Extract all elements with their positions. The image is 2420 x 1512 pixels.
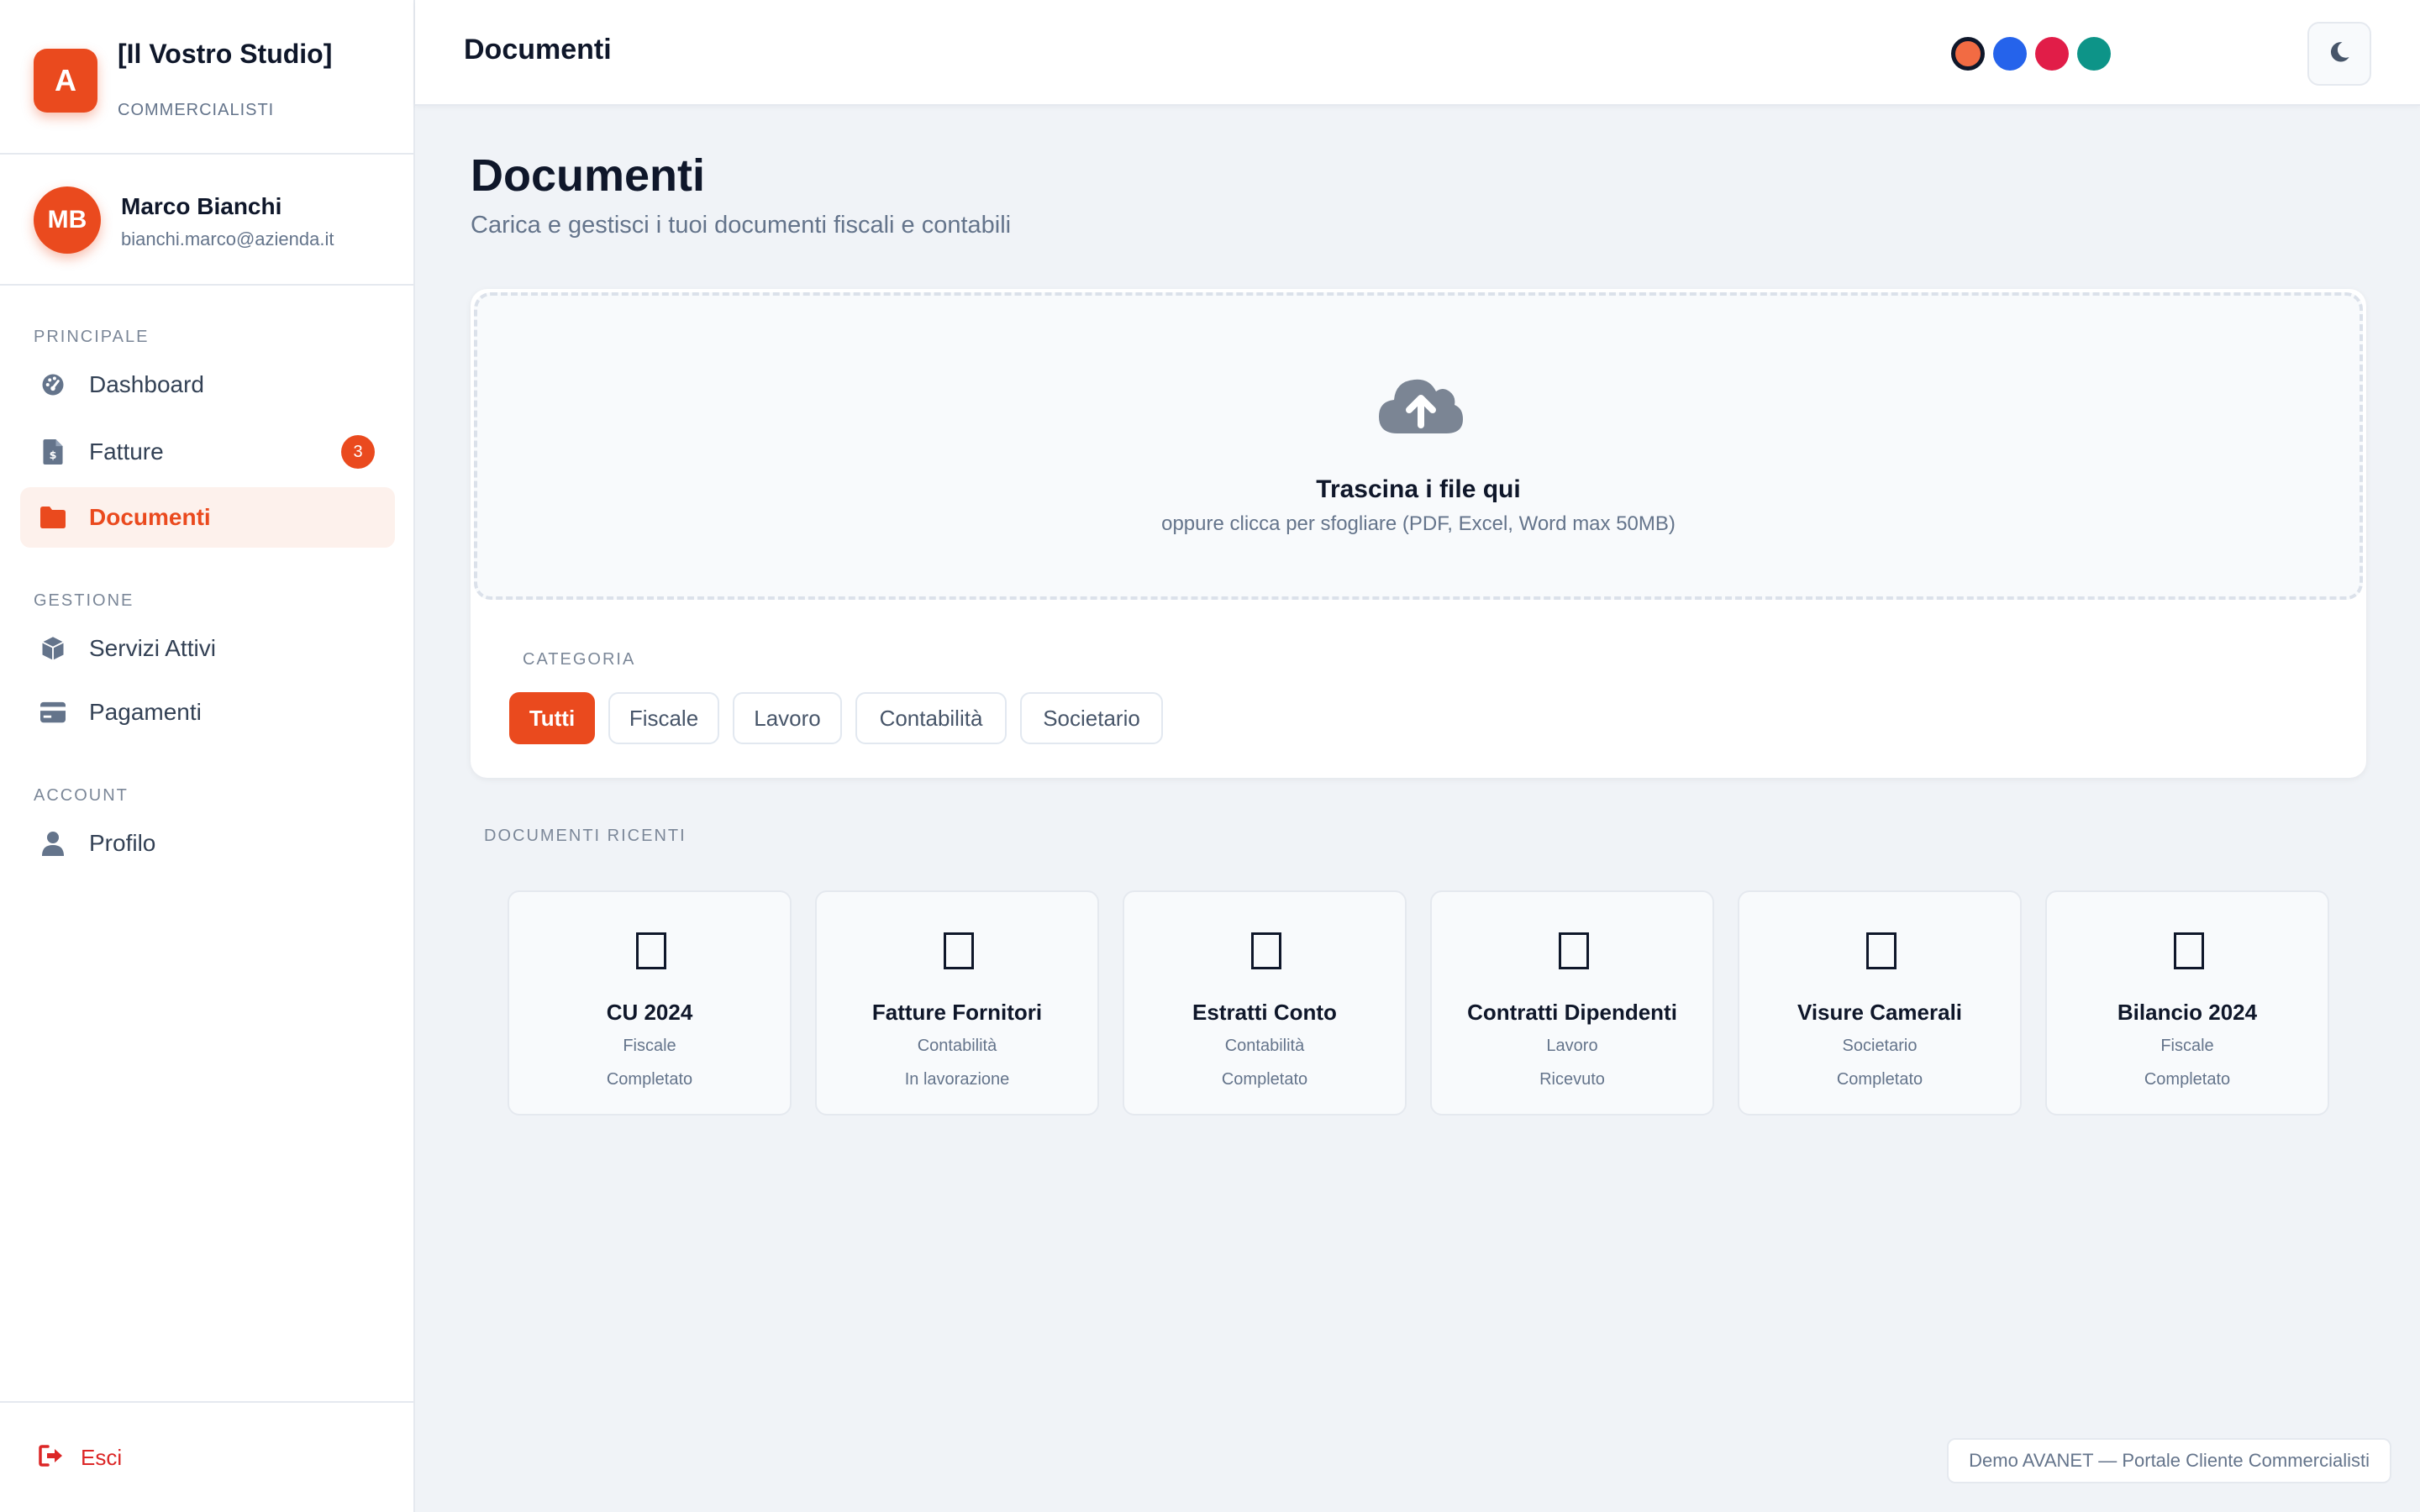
document-category: Contabilità	[917, 1037, 997, 1055]
sidebar-item-label: Profilo	[89, 830, 156, 856]
avatar[interactable]: MB	[34, 186, 101, 254]
sidebar-item-label: Servizi Attivi	[89, 635, 216, 661]
document-status: Completato	[606, 1070, 693, 1089]
document-card[interactable]: Visure Camerali Societario Completato	[1738, 890, 2022, 1116]
document-icon	[1559, 932, 1589, 969]
svg-text:$: $	[50, 449, 57, 461]
sidebar-item-pagamenti[interactable]: Pagamenti	[20, 682, 395, 743]
color-swatch-teal[interactable]	[2077, 37, 2111, 71]
document-category: Contabilità	[1224, 1037, 1305, 1055]
document-name: CU 2024	[606, 1000, 693, 1025]
credit-card-icon	[40, 700, 66, 725]
invoice-icon: $	[40, 439, 66, 465]
document-status: In lavorazione	[904, 1070, 1010, 1089]
logout-icon	[39, 1444, 64, 1471]
dropzone-title: Trascina i file qui	[1316, 475, 1521, 503]
document-icon	[636, 932, 666, 969]
header-title: Documenti	[464, 34, 612, 66]
user-email: bianchi.marco@azienda.it	[121, 228, 334, 249]
document-card[interactable]: Contratti Dipendenti Lavoro Ricevuto	[1430, 890, 1714, 1116]
sidebar-item-label: Fatture	[89, 438, 164, 465]
color-swatch-blue[interactable]	[1993, 37, 2027, 71]
sidebar-item-dashboard[interactable]: Dashboard	[20, 354, 395, 415]
document-name: Fatture Fornitori	[871, 1000, 1043, 1025]
category-label: CATEGORIA	[523, 650, 636, 669]
document-name: Bilancio 2024	[2117, 1000, 2258, 1025]
sidebar-item-label: Documenti	[89, 504, 211, 530]
page-title: Documenti	[471, 150, 706, 201]
nav-section-gestione: GESTIONE	[34, 591, 134, 610]
document-category: Fiscale	[2160, 1037, 2214, 1055]
color-swatch-orange[interactable]	[1951, 37, 1985, 71]
category-chip-societario[interactable]: Societario	[1020, 692, 1163, 744]
footer-note: Demo AVANET — Portale Cliente Commercial…	[1947, 1438, 2391, 1483]
recent-documents-label: DOCUMENTI RICENTI	[484, 827, 687, 845]
document-category: Lavoro	[1546, 1037, 1598, 1055]
category-chip-contabilita[interactable]: Contabilità	[855, 692, 1007, 744]
sidebar-item-label: Pagamenti	[89, 699, 202, 725]
dashboard-icon	[40, 372, 66, 397]
logout-button[interactable]: Esci	[39, 1436, 122, 1478]
nav-section-principale: PRINCIPALE	[34, 328, 150, 346]
folder-icon	[40, 505, 66, 530]
sidebar-item-label: Dashboard	[89, 371, 204, 397]
sidebar-footer: Esci	[0, 1401, 415, 1512]
document-category: Fiscale	[623, 1037, 676, 1055]
box-icon	[40, 636, 66, 661]
document-status: Completato	[1221, 1070, 1308, 1089]
sidebar-item-servizi-attivi[interactable]: Servizi Attivi	[20, 618, 395, 679]
document-card[interactable]: Estratti Conto Contabilità Completato	[1123, 890, 1407, 1116]
upload-card: Trascina i file qui oppure clicca per sf…	[471, 289, 2366, 778]
sidebar-item-fatture[interactable]: $ Fatture 3	[20, 422, 395, 482]
document-card[interactable]: Bilancio 2024 Fiscale Completato	[2045, 890, 2329, 1116]
color-swatch-red[interactable]	[2035, 37, 2069, 71]
dropzone-hint: oppure clicca per sfogliare (PDF, Excel,…	[1161, 512, 1676, 535]
logout-label: Esci	[81, 1444, 123, 1470]
sidebar-item-documenti[interactable]: Documenti	[20, 487, 395, 548]
category-chip-lavoro[interactable]: Lavoro	[733, 692, 842, 744]
category-chip-fiscale[interactable]: Fiscale	[608, 692, 719, 744]
document-category: Societario	[1842, 1037, 1918, 1055]
notification-badge: 3	[341, 435, 375, 469]
document-status: Completato	[2144, 1070, 2231, 1089]
user-name: Marco Bianchi	[121, 193, 282, 219]
sidebar-item-profilo[interactable]: Profilo	[20, 813, 395, 874]
theme-toggle-button[interactable]	[2307, 22, 2371, 86]
document-status: Ricevuto	[1539, 1070, 1605, 1089]
brand-name: [Il Vostro Studio]	[118, 39, 333, 69]
document-icon	[2174, 932, 2204, 969]
top-header: Documenti	[415, 0, 2420, 106]
document-card[interactable]: Fatture Fornitori Contabilità In lavoraz…	[815, 890, 1099, 1116]
brand-header: A [Il Vostro Studio] COMMERCIALISTI	[0, 0, 413, 155]
brand-subtitle: COMMERCIALISTI	[118, 101, 275, 119]
file-dropzone[interactable]: Trascina i file qui oppure clicca per sf…	[474, 292, 2363, 600]
user-panel: MB Marco Bianchi bianchi.marco@azienda.i…	[0, 155, 413, 286]
document-icon	[944, 932, 974, 969]
document-status: Completato	[1836, 1070, 1923, 1089]
sidebar: A [Il Vostro Studio] COMMERCIALISTI MB M…	[0, 0, 415, 1512]
user-icon	[40, 831, 66, 856]
document-name: Visure Camerali	[1797, 1000, 1963, 1025]
brand-logo[interactable]: A	[34, 49, 97, 113]
document-card[interactable]: CU 2024 Fiscale Completato	[508, 890, 792, 1116]
document-icon	[1866, 932, 1897, 969]
page-subtitle: Carica e gestisci i tuoi documenti fisca…	[471, 212, 1012, 239]
nav-section-account: ACCOUNT	[34, 786, 129, 805]
moon-icon	[2328, 40, 2351, 68]
document-icon	[1251, 932, 1281, 969]
category-chip-tutti[interactable]: Tutti	[509, 692, 595, 744]
document-name: Contratti Dipendenti	[1467, 1000, 1677, 1025]
document-name: Estratti Conto	[1192, 1000, 1337, 1025]
cloud-upload-icon	[1379, 373, 1463, 438]
